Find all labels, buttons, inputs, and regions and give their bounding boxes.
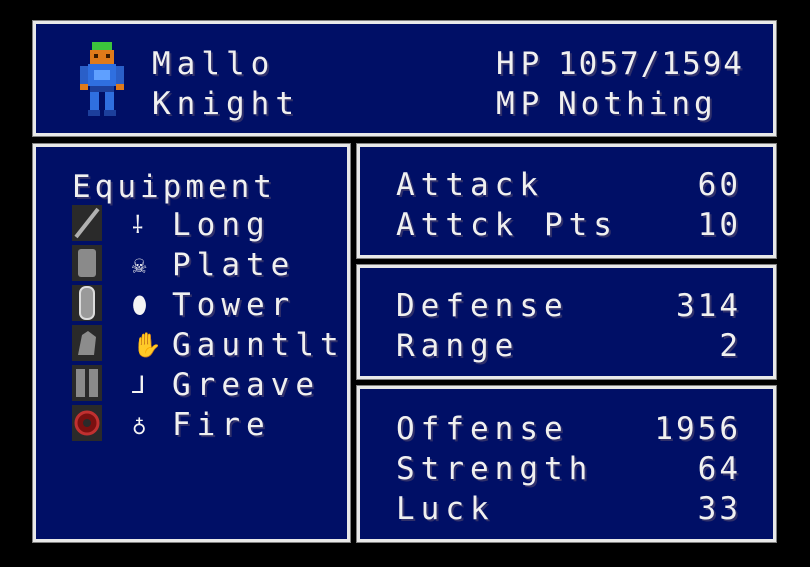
armor-icon [72, 245, 102, 281]
shield-icon [72, 285, 102, 321]
defense-value: 314 [676, 288, 741, 324]
attack-value: 60 [697, 167, 741, 203]
equipment-item-name: Long [172, 207, 271, 243]
equipment-item[interactable]: ⬮ Tower [36, 285, 347, 325]
mp-label: MP [496, 86, 546, 122]
equipment-panel: Equipment ⸸ Long ☠ Plate ⬮ Tower ✋ Gaunt… [32, 143, 351, 543]
sword-icon [72, 205, 102, 241]
equipment-item-name: Plate [172, 247, 296, 283]
gauntlet-glyph-icon: ✋ [132, 331, 162, 359]
equipment-item[interactable]: ⅃ Greave [36, 365, 347, 405]
equipment-item[interactable]: ✋ Gauntlt [36, 325, 347, 365]
equipment-item-name: Gauntlt [172, 327, 345, 363]
character-name: Mallo [152, 46, 276, 82]
attack-label: Attack [396, 167, 544, 203]
mp-value: Nothing [558, 86, 717, 122]
character-class: Knight [152, 86, 300, 122]
sword-glyph-icon: ⸸ [132, 211, 144, 239]
knight-portrait-icon [80, 42, 124, 116]
hp-value: 1057/1594 [558, 46, 744, 82]
greave-glyph-icon: ⅃ [132, 371, 146, 399]
offense-label: Offense [396, 411, 569, 447]
ring-icon [72, 405, 102, 441]
attack-pts-value: 10 [697, 207, 741, 243]
equipment-item[interactable]: ⸸ Long [36, 205, 347, 245]
greave-icon [72, 365, 102, 401]
equipment-item[interactable]: ♁ Fire [36, 405, 347, 445]
defense-label: Defense [396, 288, 569, 324]
offense-stats-panel: Offense 1956 Strength 64 Luck 33 [356, 385, 777, 543]
luck-value: 33 [697, 491, 741, 527]
shield-glyph-icon: ⬮ [132, 291, 148, 319]
ring-glyph-icon: ♁ [132, 411, 147, 439]
attack-stats-panel: Attack 60 Attck Pts 10 [356, 143, 777, 259]
equipment-item-name: Fire [172, 407, 271, 443]
range-value: 2 [719, 328, 741, 364]
hp-label: HP [496, 46, 546, 82]
character-header-panel: Mallo Knight HP 1057/1594 MP Nothing [32, 20, 777, 137]
strength-value: 64 [697, 451, 741, 487]
strength-label: Strength [396, 451, 594, 487]
equipment-item-name: Greave [172, 367, 320, 403]
attack-pts-label: Attck Pts [396, 207, 618, 243]
offense-value: 1956 [654, 411, 741, 447]
gauntlet-icon [72, 325, 102, 361]
luck-label: Luck [396, 491, 495, 527]
defense-stats-panel: Defense 314 Range 2 [356, 264, 777, 380]
equipment-item[interactable]: ☠ Plate [36, 245, 347, 285]
range-label: Range [396, 328, 520, 364]
armor-glyph-icon: ☠ [132, 251, 147, 279]
equipment-header: Equipment [72, 169, 276, 205]
equipment-item-name: Tower [172, 287, 296, 323]
